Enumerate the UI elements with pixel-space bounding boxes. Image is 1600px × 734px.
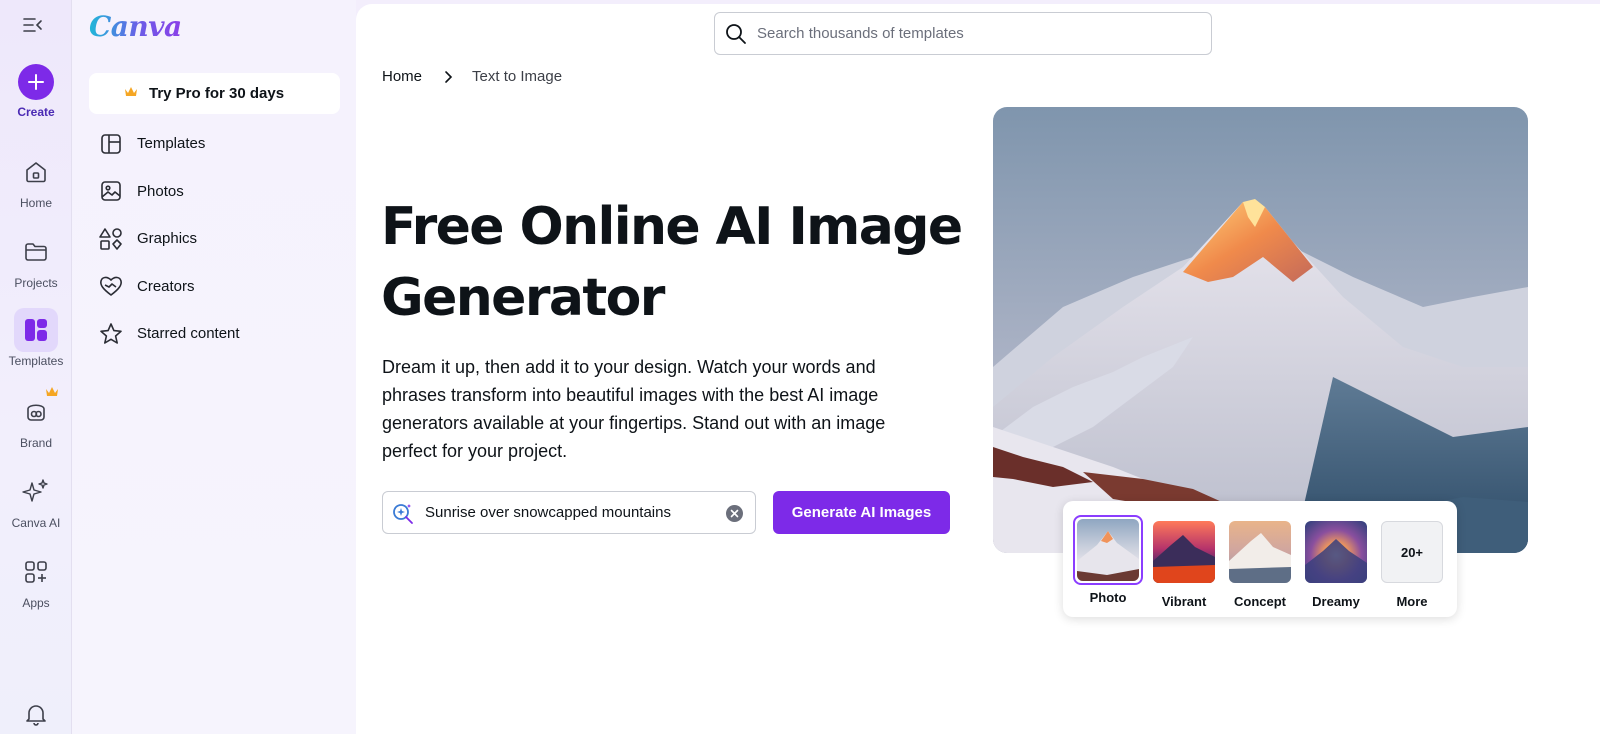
dreamy-style-thumbnail	[1305, 521, 1367, 583]
magic-search-icon	[391, 501, 415, 525]
photo-style-thumbnail	[1077, 519, 1139, 581]
sidebar-item-templates[interactable]: Templates	[89, 120, 340, 168]
rail-item-apps[interactable]: Apps	[0, 550, 72, 610]
style-label-concept: Concept	[1234, 594, 1286, 609]
page-title: Free Online AI Image Generator	[381, 192, 981, 334]
notifications-button[interactable]	[0, 692, 72, 734]
rail-item-templates[interactable]: Templates	[0, 308, 72, 368]
clear-icon[interactable]	[726, 505, 743, 522]
style-option-photo[interactable]: Photo	[1073, 515, 1143, 605]
main-content: Home Text to Image Free Online AI Image …	[356, 4, 1600, 734]
plus-icon	[18, 64, 54, 100]
bell-icon	[14, 692, 58, 734]
folder-icon	[14, 230, 58, 274]
search-input[interactable]	[757, 25, 1197, 42]
sidebar-item-graphics[interactable]: Graphics	[89, 215, 340, 263]
create-button[interactable]: Create	[0, 64, 72, 119]
sidebar-item-starred[interactable]: Starred content	[89, 310, 340, 358]
rail-label-projects: Projects	[14, 276, 58, 290]
style-label-dreamy: Dreamy	[1312, 594, 1360, 609]
sparkles-icon	[14, 470, 58, 514]
more-styles-badge: 20+	[1381, 521, 1443, 583]
sidebar-item-photos[interactable]: Photos	[89, 168, 340, 216]
sidebar-collapse-icon[interactable]	[20, 14, 46, 36]
concept-style-thumbnail	[1229, 521, 1291, 583]
rail-item-canva-ai[interactable]: Canva AI	[0, 470, 72, 530]
breadcrumb-current: Text to Image	[472, 68, 563, 85]
style-option-more[interactable]: 20+ More	[1377, 515, 1447, 609]
style-picker: Photo Vibrant Concept Dreamy 20+ More	[1063, 501, 1457, 617]
hero-description: Dream it up, then add it to your design.…	[382, 357, 886, 461]
breadcrumb: Home Text to Image	[382, 68, 562, 85]
rail-label-templates: Templates	[8, 354, 64, 368]
heart-icon	[99, 274, 123, 298]
shapes-icon	[99, 227, 123, 251]
style-option-concept[interactable]: Concept	[1225, 515, 1295, 609]
style-label-vibrant: Vibrant	[1161, 594, 1207, 609]
chevron-right-icon	[444, 70, 454, 84]
photo-icon	[99, 179, 123, 203]
sidebar-item-label: Photos	[137, 182, 184, 200]
rail-label-brand: Brand	[19, 436, 53, 450]
prompt-input[interactable]	[425, 504, 715, 521]
sidebar-item-label: Creators	[137, 277, 195, 295]
sidebar-item-label: Templates	[137, 135, 206, 153]
apps-icon	[14, 550, 58, 594]
rail-label-apps: Apps	[22, 596, 50, 610]
search-icon	[725, 23, 747, 45]
rail-label-canva-ai: Canva AI	[11, 516, 61, 530]
sidebar-item-label: Starred content	[137, 325, 240, 343]
rail-item-home[interactable]: Home	[0, 150, 72, 210]
breadcrumb-home[interactable]: Home	[382, 68, 422, 85]
rail-item-projects[interactable]: Projects	[0, 230, 72, 290]
rail-item-brand[interactable]: Brand	[0, 387, 72, 450]
star-icon	[99, 322, 123, 346]
title-line-2: Generator	[381, 268, 665, 328]
hero-mountain-image	[993, 107, 1528, 553]
prompt-field[interactable]	[382, 491, 756, 534]
canva-logo[interactable]: Canva	[89, 10, 182, 43]
left-rail: Create Home Projects Templates Brand Can…	[0, 0, 72, 734]
style-option-vibrant[interactable]: Vibrant	[1149, 515, 1219, 609]
home-icon	[14, 150, 58, 194]
try-pro-label: Try Pro for 30 days	[149, 85, 285, 102]
style-option-dreamy[interactable]: Dreamy	[1301, 515, 1371, 609]
crown-icon	[125, 87, 137, 96]
sidebar-nav: Templates Photos Graphics Creators Starr…	[89, 120, 340, 358]
template-search[interactable]	[714, 12, 1212, 55]
templates-icon	[14, 308, 58, 352]
templates-outline-icon	[99, 132, 123, 156]
secondary-sidebar: Canva Try Pro for 30 days Templates Phot…	[72, 0, 356, 734]
style-label-more: More	[1396, 594, 1428, 609]
title-line-1: Free Online AI Image	[381, 197, 963, 257]
vibrant-style-thumbnail	[1153, 521, 1215, 583]
style-label-photo: Photo	[1089, 590, 1127, 605]
create-label: Create	[17, 105, 55, 119]
sidebar-item-label: Graphics	[137, 230, 198, 248]
crown-icon	[46, 387, 58, 396]
rail-label-home: Home	[19, 196, 52, 210]
generate-ai-images-button[interactable]: Generate AI Images	[773, 491, 950, 534]
try-pro-button[interactable]: Try Pro for 30 days	[89, 73, 340, 114]
sidebar-item-creators[interactable]: Creators	[89, 263, 340, 311]
